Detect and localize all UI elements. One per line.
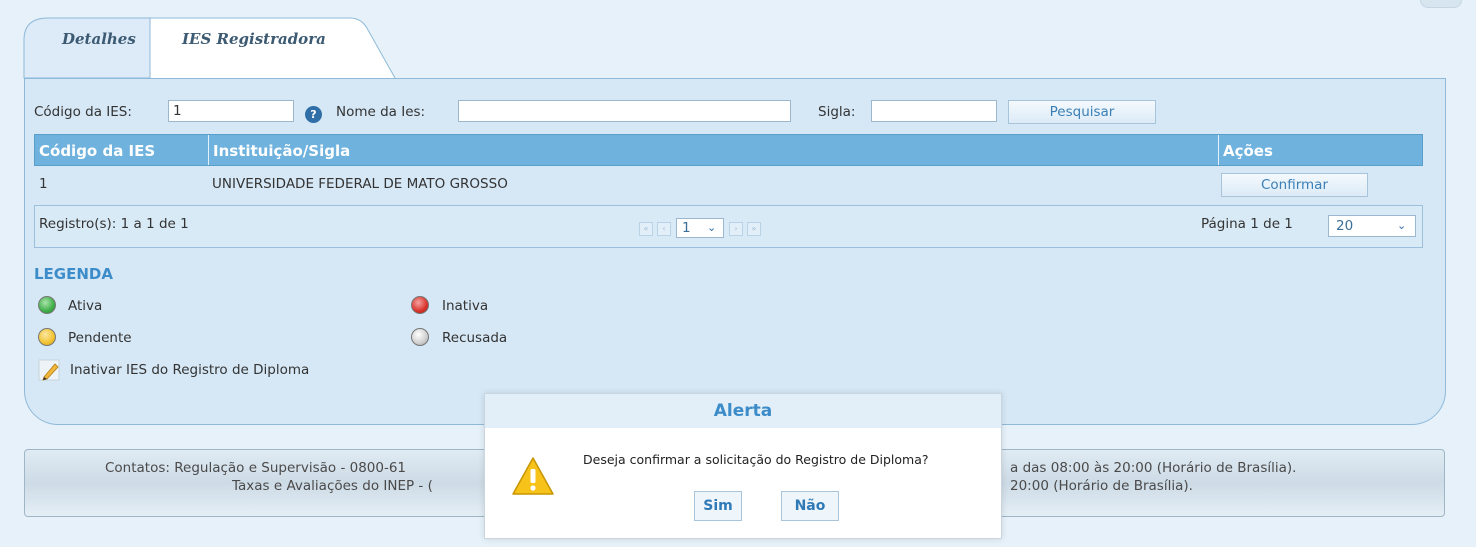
pencil-icon (38, 359, 60, 381)
table-row: 1 UNIVERSIDADE FEDERAL DE MATO GROSSO (34, 167, 1423, 199)
dialog-message: Deseja confirmar a solicitação do Regist… (583, 452, 929, 467)
footer-line1-right: a das 08:00 às 20:00 (Horário de Brasíli… (1010, 460, 1297, 476)
grid-header: Código da IES Instituição/Sigla Ações (34, 134, 1423, 166)
gray-status-icon (411, 328, 429, 346)
pesquisar-button[interactable]: Pesquisar (1008, 100, 1156, 124)
chevron-down-icon: ⌄ (707, 221, 717, 234)
header-codigo: Código da IES (39, 142, 156, 160)
confirmar-button[interactable]: Confirmar (1221, 173, 1368, 197)
page-size-select[interactable]: 20 ⌄ (1328, 215, 1416, 237)
legend-recusada: Recusada (442, 330, 508, 346)
sim-button[interactable]: Sim (694, 491, 742, 521)
green-status-icon (38, 296, 56, 314)
legend-inativar: Inativar IES do Registro de Diploma (70, 362, 310, 378)
page-select[interactable]: 1 ⌄ (676, 218, 724, 238)
col-separator (208, 135, 209, 165)
tab-detalhes-label: Detalhes (62, 30, 136, 48)
legend-title: LEGENDA (34, 265, 113, 283)
footer-line2-right: 20:00 (Horário de Brasília). (1010, 478, 1193, 494)
legend-pendente: Pendente (68, 330, 132, 346)
chevron-down-icon: ⌄ (1397, 219, 1407, 232)
legend-ativa: Ativa (68, 298, 103, 314)
codigo-input[interactable]: 1 (168, 100, 294, 122)
header-acoes: Ações (1223, 142, 1273, 160)
row-instituicao: UNIVERSIDADE FEDERAL DE MATO GROSSO (212, 176, 508, 192)
col-separator (1218, 135, 1219, 165)
sigla-input[interactable] (871, 100, 997, 122)
codigo-label: Código da IES: (34, 104, 132, 120)
nao-button[interactable]: Não (781, 491, 839, 521)
dialog-title: Alerta (485, 394, 1001, 428)
pager: Registro(s): 1 a 1 de 1 « ‹ 1 ⌄ › » Pági… (34, 205, 1423, 248)
tab-ies-label: IES Registradora (182, 30, 326, 48)
page-select-value: 1 (682, 220, 691, 236)
next-page-icon[interactable]: › (729, 222, 743, 236)
yellow-status-icon (38, 328, 56, 346)
help-icon[interactable]: ? (305, 106, 322, 123)
row-codigo: 1 (39, 176, 48, 192)
panel-top-border (24, 78, 1445, 79)
first-page-icon[interactable]: « (639, 222, 653, 236)
nome-input[interactable] (458, 100, 791, 122)
sigla-label: Sigla: (818, 104, 856, 120)
tab-ies-registradora[interactable]: IES Registradora (150, 18, 395, 78)
legend-inativa: Inativa (442, 298, 489, 314)
prev-page-icon[interactable]: ‹ (657, 222, 671, 236)
footer-line1-left: Contatos: Regulação e Supervisão - 0800-… (105, 460, 407, 476)
last-page-icon[interactable]: » (747, 222, 761, 236)
nome-label: Nome da Ies: (336, 104, 426, 120)
registros-count: Registro(s): 1 a 1 de 1 (39, 216, 189, 232)
corner-tab (1420, 0, 1462, 8)
footer-line2-left: Taxas e Avaliações do INEP - ( (232, 478, 433, 494)
page-size-value: 20 (1336, 218, 1354, 234)
warning-icon (512, 457, 554, 495)
header-instituicao: Instituição/Sigla (213, 142, 351, 160)
red-status-icon (411, 296, 429, 314)
alert-dialog: Alerta Deseja confirmar a solicitação do… (484, 393, 1002, 539)
pagina-label: Página 1 de 1 (1201, 216, 1293, 232)
